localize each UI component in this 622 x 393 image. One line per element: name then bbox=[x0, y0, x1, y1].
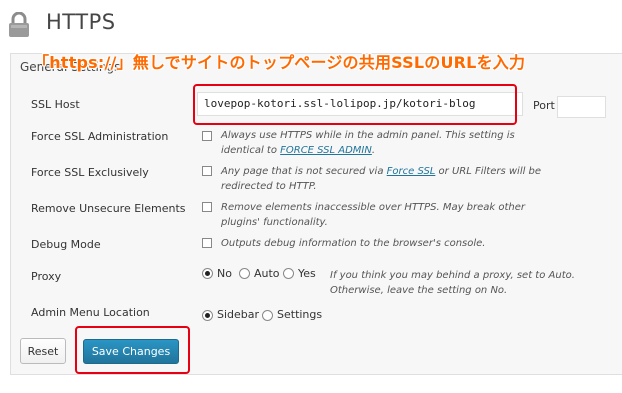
proxy-radio-auto[interactable] bbox=[239, 268, 250, 279]
force-ssl-admin-desc-suffix: . bbox=[371, 145, 376, 156]
debug-mode-checkbox[interactable] bbox=[202, 238, 212, 248]
proxy-description: If you think you may behind a proxy, set… bbox=[330, 268, 600, 298]
force-ssl-admin-checkbox[interactable] bbox=[202, 131, 212, 141]
debug-mode-label: Debug Mode bbox=[31, 238, 101, 251]
proxy-radio-no[interactable] bbox=[202, 268, 213, 279]
remove-unsecure-desc-line2: plugins' functionality. bbox=[221, 217, 328, 228]
force-ssl-admin-link[interactable]: FORCE SSL ADMIN bbox=[280, 145, 372, 156]
force-ssl-exclusive-desc-line2: redirected to HTTP. bbox=[221, 181, 317, 192]
proxy-option-auto: Auto bbox=[254, 267, 280, 280]
force-ssl-admin-desc-line1: Always use HTTPS while in the admin pane… bbox=[221, 130, 515, 141]
proxy-label: Proxy bbox=[31, 270, 62, 283]
force-ssl-link[interactable]: Force SSL bbox=[387, 166, 436, 177]
remove-unsecure-description: Remove elements inaccessible over HTTPS.… bbox=[221, 200, 601, 230]
force-ssl-admin-description: Always use HTTPS while in the admin pane… bbox=[221, 128, 601, 158]
remove-unsecure-label: Remove Unsecure Elements bbox=[31, 202, 186, 215]
port-input[interactable] bbox=[557, 96, 606, 118]
admin-menu-option-settings: Settings bbox=[277, 308, 323, 321]
proxy-radio-yes[interactable] bbox=[283, 268, 294, 279]
admin-menu-radio-settings[interactable] bbox=[262, 310, 273, 321]
annotation-text: 「https://」無しでサイトのトップページの共用SSLのURLを入力 bbox=[33, 53, 526, 72]
admin-menu-location-label: Admin Menu Location bbox=[31, 306, 150, 319]
radio-selected-dot bbox=[205, 313, 210, 318]
lock-icon bbox=[7, 11, 31, 38]
force-ssl-admin-desc-prefix: identical to bbox=[221, 145, 281, 156]
save-button-highlight-box bbox=[75, 326, 190, 374]
ssl-host-highlight-box bbox=[193, 84, 517, 125]
remove-unsecure-checkbox[interactable] bbox=[202, 202, 212, 212]
admin-menu-option-sidebar: Sidebar bbox=[217, 308, 260, 321]
force-ssl-admin-desc-line2: identical to FORCE SSL ADMIN. bbox=[221, 143, 601, 158]
force-ssl-exclusive-checkbox[interactable] bbox=[202, 166, 212, 176]
force-ssl-exclusive-desc-prefix: Any page that is not secured via bbox=[221, 166, 387, 177]
debug-mode-description: Outputs debug information to the browser… bbox=[221, 238, 486, 249]
reset-button[interactable]: Reset bbox=[20, 338, 66, 364]
force-ssl-admin-label: Force SSL Administration bbox=[31, 130, 169, 143]
proxy-desc-line1: If you think you may behind a proxy, set… bbox=[330, 270, 575, 281]
admin-menu-radio-sidebar[interactable] bbox=[202, 310, 213, 321]
force-ssl-exclusive-label: Force SSL Exclusively bbox=[31, 166, 149, 179]
proxy-desc-line2: Otherwise, leave the setting on No. bbox=[330, 285, 508, 296]
ssl-host-label: SSL Host bbox=[31, 98, 80, 111]
force-ssl-exclusive-desc-suffix: or URL Filters will be bbox=[435, 166, 542, 177]
force-ssl-exclusive-desc-line1: Any page that is not secured via Force S… bbox=[221, 164, 601, 179]
remove-unsecure-desc-line1: Remove elements inaccessible over HTTPS.… bbox=[221, 202, 526, 213]
radio-selected-dot bbox=[205, 271, 210, 276]
proxy-option-no: No bbox=[217, 267, 232, 280]
proxy-option-yes: Yes bbox=[298, 267, 316, 280]
port-label: Port bbox=[533, 99, 555, 112]
page-title: HTTPS bbox=[46, 10, 116, 34]
force-ssl-exclusive-description: Any page that is not secured via Force S… bbox=[221, 164, 601, 194]
